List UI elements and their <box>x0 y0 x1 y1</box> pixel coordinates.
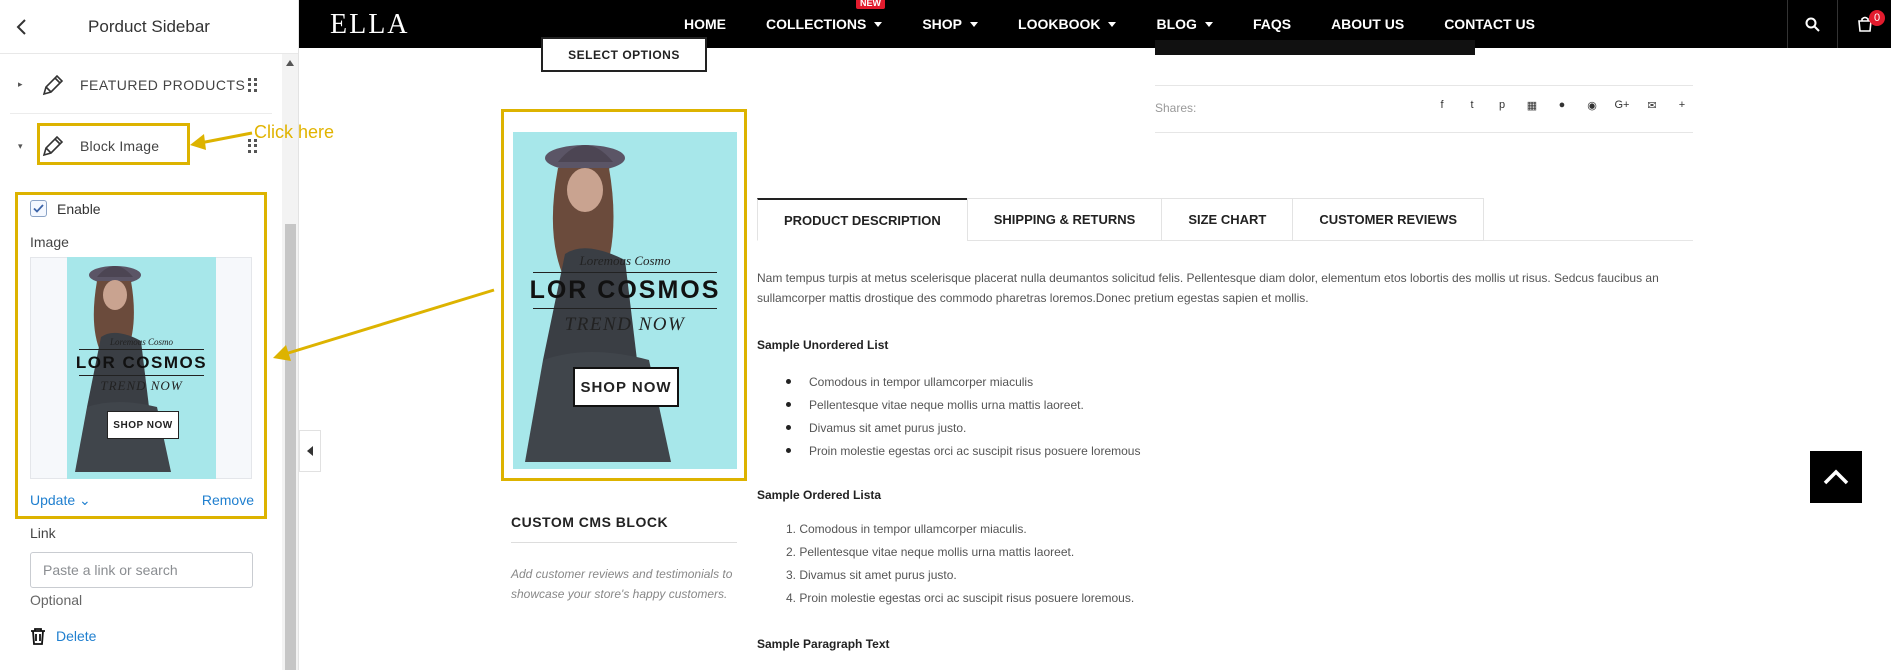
store-logo[interactable]: ELLA <box>330 9 410 41</box>
arrow-head-icon <box>273 345 291 361</box>
dropdown-caret-icon <box>1204 21 1213 27</box>
divider <box>511 542 737 543</box>
unordered-list: Comodous in tempor ullamcorper miaculis … <box>786 370 1140 462</box>
nav-label: LOOKBOOK <box>1018 16 1101 32</box>
email-icon[interactable]: ✉ <box>1637 99 1667 112</box>
back-to-top-button[interactable] <box>1810 451 1862 503</box>
tab-shipping-returns[interactable]: SHIPPING & RETURNS <box>966 198 1162 241</box>
dropdown-caret-icon <box>970 21 979 27</box>
arrow-head-icon <box>190 134 206 150</box>
banner-tagline: TREND NOW <box>564 314 686 335</box>
list-item: Divamus sit amet purus justo. <box>786 416 1140 439</box>
nav-item-blog[interactable]: BLOG <box>1156 16 1213 32</box>
click-here-annotation: Click here <box>254 122 335 142</box>
list-item: 4. Proin molestie egestas orci ac suscip… <box>786 590 1135 605</box>
product-tabs: PRODUCT DESCRIPTION SHIPPING & RETURNS S… <box>757 198 1485 241</box>
circle-share-icon[interactable]: ◉ <box>1577 99 1607 112</box>
shares-label: Shares: <box>1155 101 1197 115</box>
caret-left-icon <box>307 446 313 456</box>
ordered-list-heading: Sample Ordered Lista <box>757 488 882 502</box>
nav-label: CONTACT US <box>1444 16 1535 32</box>
nav-label: SHOP <box>922 16 963 32</box>
nav-item-collections[interactable]: COLLECTIONS NEW <box>766 0 885 32</box>
nav-label: HOME <box>684 16 726 32</box>
nav-item-lookbook[interactable]: LOOKBOOK <box>1018 16 1117 32</box>
list-item: 2. Pellentesque vitae neque mollis urna … <box>786 544 1075 559</box>
dropdown-caret-icon <box>874 21 883 27</box>
ordered-list: 1. Comodous in tempor ullamcorper miacul… <box>786 517 1134 609</box>
banner-rule <box>533 308 717 309</box>
divider <box>1484 240 1693 241</box>
nav-label: BLOG <box>1156 16 1197 32</box>
arrow-line <box>284 288 495 356</box>
list-item: Proin molestie egestas orci ac suscipit … <box>786 439 1140 462</box>
twitter-icon[interactable]: t <box>1457 99 1487 112</box>
store-header: ELLA HOME COLLECTIONS NEW SHOP LOOKBOOK B… <box>299 0 1891 48</box>
tab-size-chart[interactable]: SIZE CHART <box>1161 198 1293 241</box>
search-button[interactable] <box>1787 0 1837 48</box>
nav-label: COLLECTIONS <box>766 16 867 32</box>
divider <box>1155 132 1693 133</box>
unordered-list-heading: Sample Unordered List <box>757 338 889 352</box>
nav-item-home[interactable]: HOME <box>684 16 726 32</box>
sidebar-image-banner[interactable]: Loremous Cosmo LOR COSMOS TREND NOW SHOP… <box>513 132 737 469</box>
pinterest-icon[interactable]: p <box>1487 99 1517 112</box>
share-icons: f t p ▦ ● ◉ G+ ✉ + <box>1427 99 1697 112</box>
list-item: Pellentesque vitae neque mollis urna mat… <box>786 393 1140 416</box>
nav-item-faqs[interactable]: FAQS <box>1253 16 1291 32</box>
select-options-button[interactable]: SELECT OPTIONS <box>541 37 707 72</box>
banner-shop-now-button[interactable]: SHOP NOW <box>573 367 679 407</box>
cart-count-badge: 0 <box>1869 10 1885 26</box>
more-share-icon[interactable]: + <box>1667 99 1697 112</box>
dropdown-caret-icon <box>1108 21 1117 27</box>
cms-block-text: Add customer reviews and testimonials to… <box>511 567 733 601</box>
chevron-up-icon <box>1823 469 1849 485</box>
add-to-cart-bar[interactable] <box>1155 40 1475 55</box>
new-badge: NEW <box>856 0 885 9</box>
nav-label: ABOUT US <box>1331 16 1405 32</box>
paragraph-heading: Sample Paragraph Text <box>757 637 890 651</box>
tab-customer-reviews[interactable]: CUSTOMER REVIEWS <box>1292 198 1485 241</box>
search-icon <box>1805 17 1820 32</box>
list-item: 1. Comodous in tempor ullamcorper miacul… <box>786 521 1027 536</box>
arrow-line <box>199 131 253 145</box>
grid-share-icon[interactable]: ▦ <box>1517 99 1547 112</box>
banner-rule <box>533 272 717 273</box>
divider <box>1155 85 1693 86</box>
facebook-icon[interactable]: f <box>1427 99 1457 112</box>
google-plus-icon[interactable]: G+ <box>1607 99 1637 112</box>
collapse-sidebar-toggle[interactable] <box>299 430 321 472</box>
nav-item-contact-us[interactable]: CONTACT US <box>1444 16 1535 32</box>
cms-block-title: CUSTOM CMS BLOCK <box>511 514 669 530</box>
nav-item-about-us[interactable]: ABOUT US <box>1331 16 1404 32</box>
screen: Porduct Sidebar ▸ FEATURED PRODUCTS ▾ Bl… <box>0 0 1891 670</box>
bell-share-icon[interactable]: ● <box>1547 99 1577 112</box>
list-item: Comodous in tempor ullamcorper miaculis <box>786 370 1140 393</box>
banner-script-text: Loremous Cosmo <box>579 253 671 268</box>
banner-headline: LOR COSMOS <box>529 276 721 304</box>
nav-label: FAQS <box>1252 16 1292 32</box>
cart-button[interactable]: 0 <box>1837 0 1891 48</box>
list-item: 3. Divamus sit amet purus justo. <box>786 567 957 582</box>
description-paragraph: Nam tempus turpis at metus scelerisque p… <box>757 271 1659 305</box>
tab-product-description[interactable]: PRODUCT DESCRIPTION <box>757 198 967 241</box>
nav-item-shop[interactable]: SHOP <box>922 16 979 32</box>
